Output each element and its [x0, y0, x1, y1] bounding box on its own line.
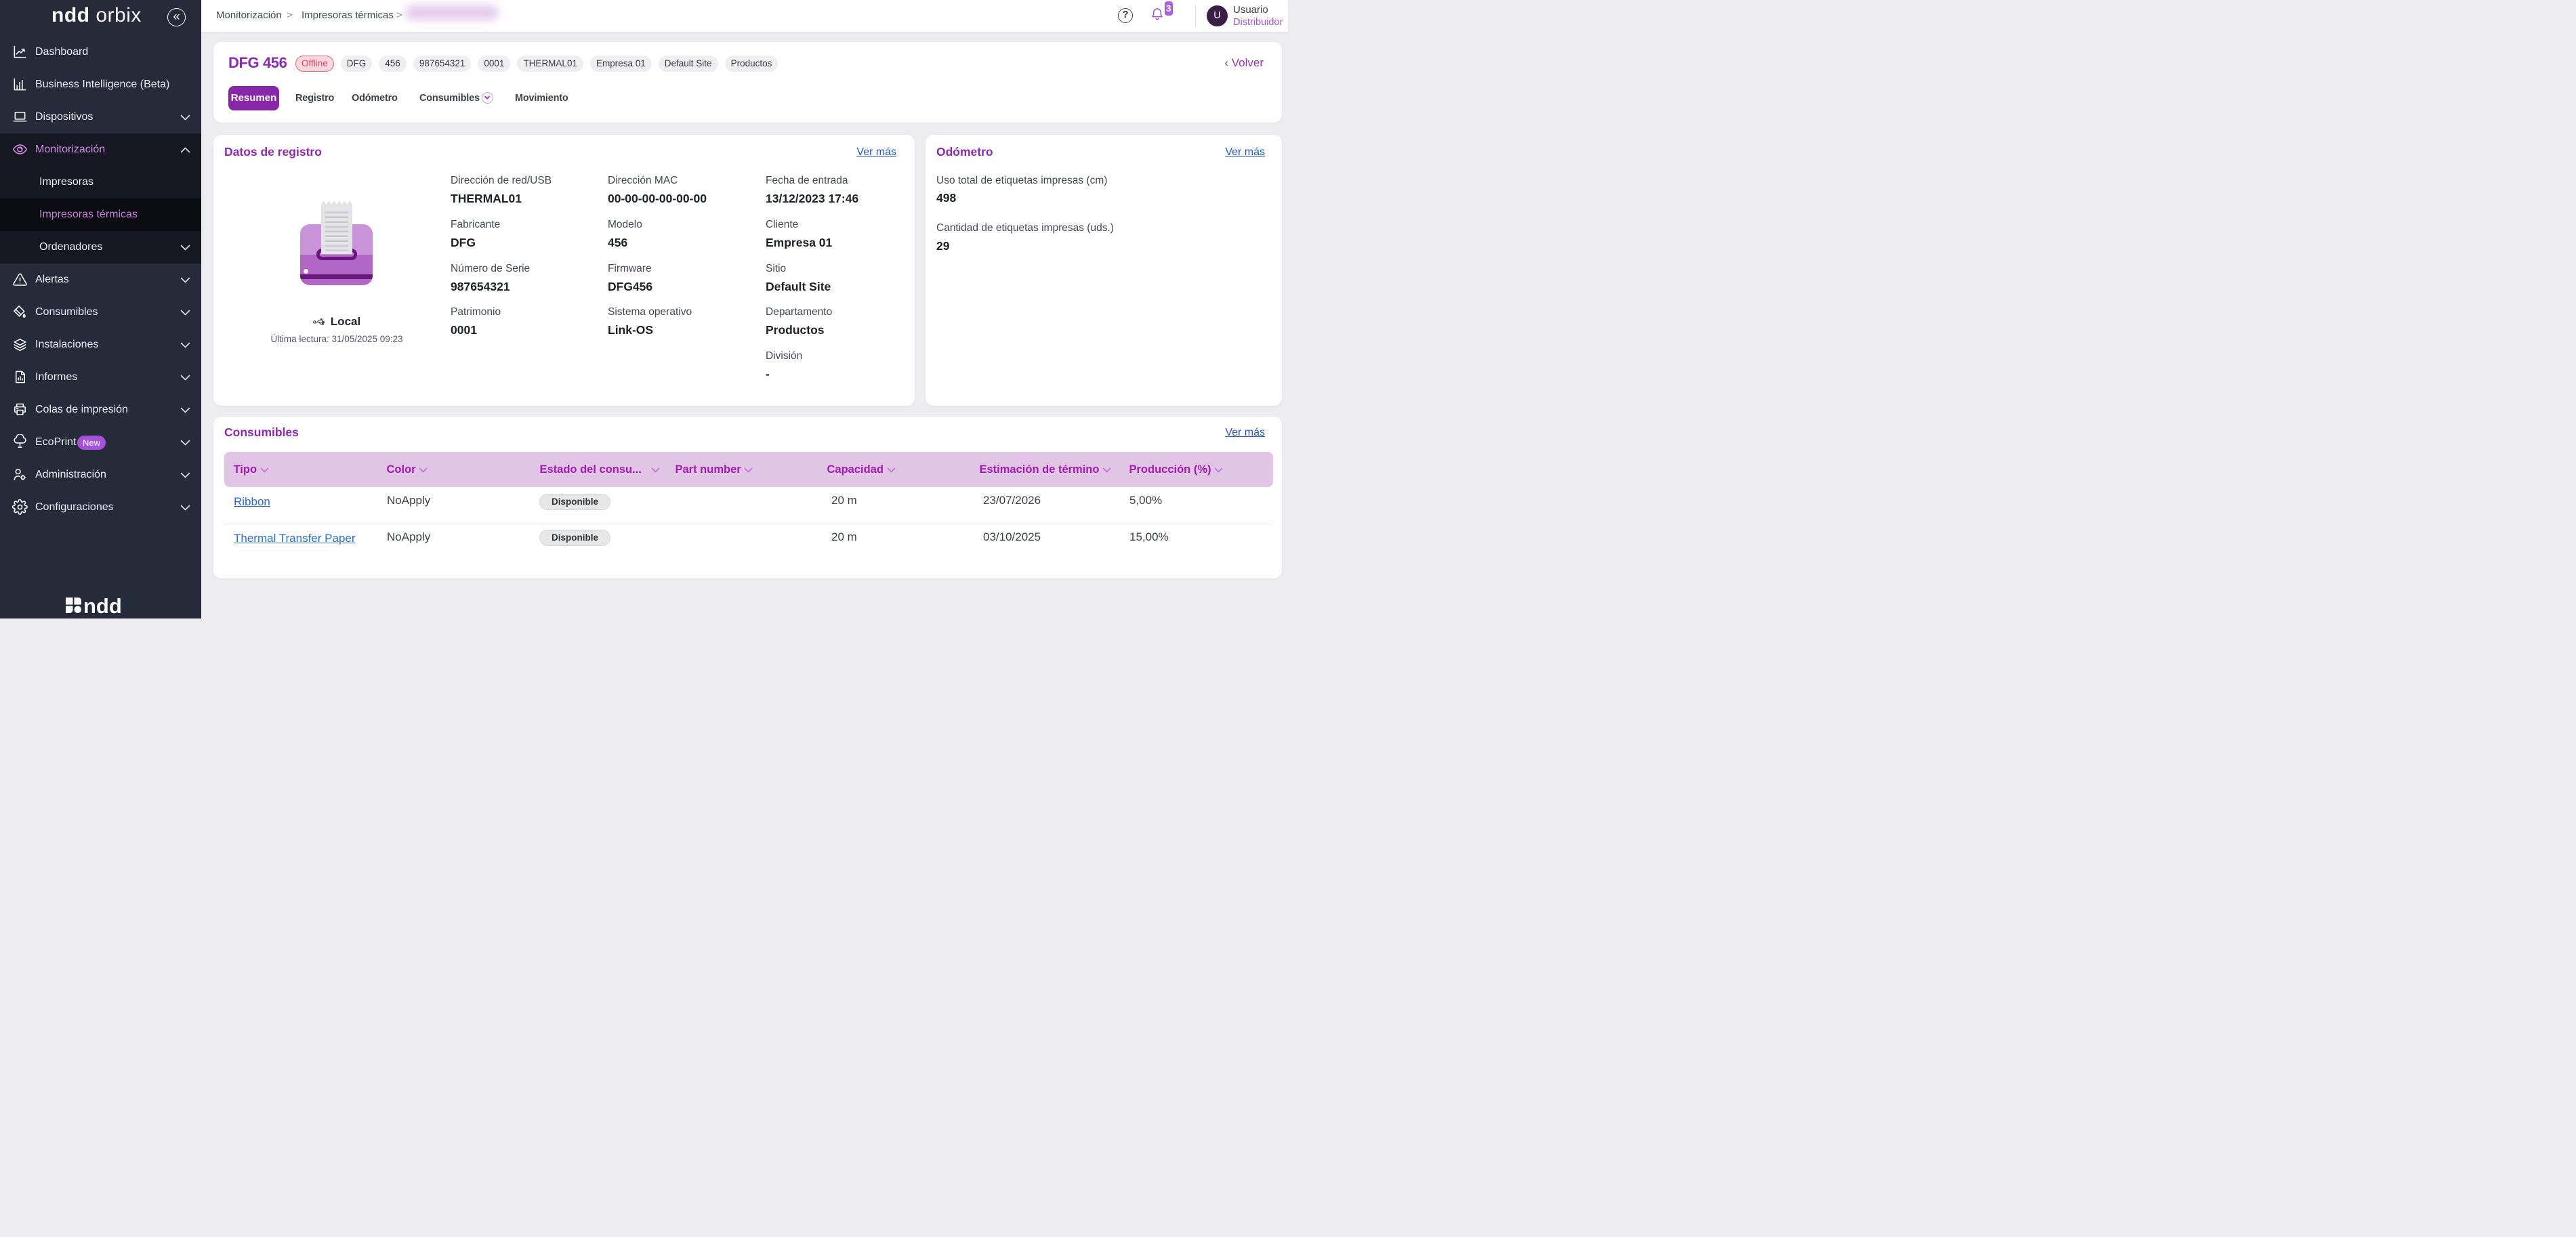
svg-text:ndd: ndd — [83, 596, 122, 618]
